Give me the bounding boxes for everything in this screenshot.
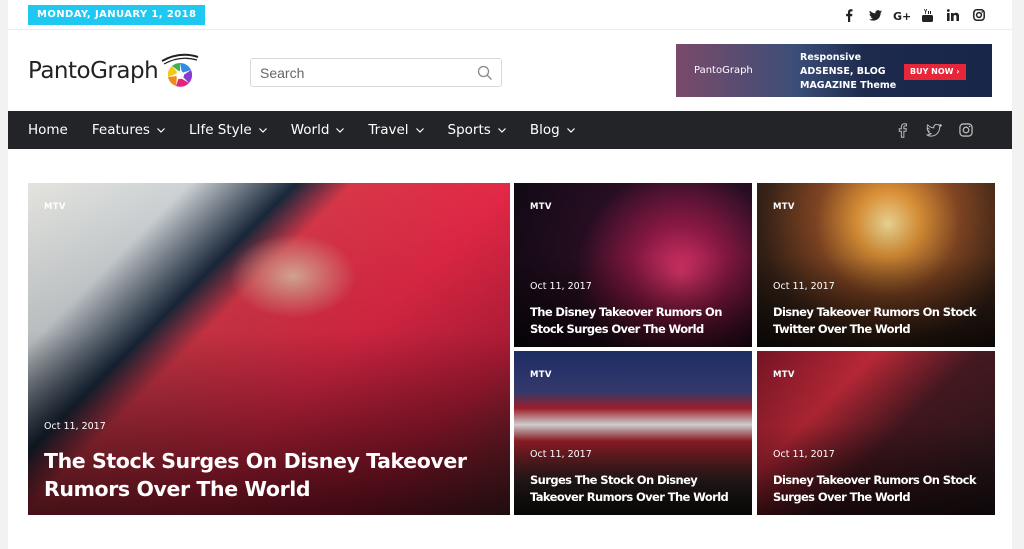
featured-post-card[interactable]: MTV Oct 11, 2017 The Stock Surges On Dis… [28,183,510,515]
chevron-down-icon [157,127,165,133]
search-input[interactable] [251,59,461,86]
chevron-down-icon [566,127,575,133]
post-date: Oct 11, 2017 [773,281,835,292]
ad-line-1: Responsive [800,52,862,63]
instagram-icon[interactable] [956,121,976,139]
site-logo[interactable]: PantoGraph [28,50,200,92]
chevron-down-icon [497,127,506,133]
nav-item-label: Home [28,122,68,138]
nav-item-world[interactable]: World [291,111,345,149]
post-title[interactable]: Surges The Stock On Disney Takeover Rumo… [530,472,744,506]
nav-item-label: LIfe Style [188,122,252,138]
chevron-down-icon [258,127,267,133]
ad-line-2: ADSENSE, BLOG [800,66,886,77]
ad-text: Responsive ADSENSE, BLOG MAGAZINE Theme [800,51,896,93]
instagram-icon[interactable] [968,6,990,24]
post-card[interactable]: MTV Oct 11, 2017 Disney Takeover Rumors … [757,183,995,347]
nav-item-label: Travel [368,122,409,138]
nav-item-life-style[interactable]: LIfe Style [189,111,267,149]
post-date: Oct 11, 2017 [530,449,592,460]
post-title[interactable]: The Disney Takeover Rumors On Stock Surg… [530,304,744,338]
twitter-icon[interactable] [864,6,886,24]
ad-banner[interactable]: PantoGraph Responsive ADSENSE, BLOG MAGA… [676,44,992,97]
nav-item-features[interactable]: Features [92,111,165,149]
top-social-links: G+ [838,6,990,24]
nav-item-label: Sports [447,122,491,138]
nav-item-home[interactable]: Home [28,111,68,149]
youtube-icon[interactable] [916,6,938,24]
nav-item-label: World [290,122,330,138]
post-category[interactable]: MTV [44,202,66,212]
svg-text:G+: G+ [893,10,910,21]
facebook-icon[interactable] [892,121,912,139]
post-category[interactable]: MTV [530,202,552,212]
ad-logo-text: PantoGraph [694,65,753,76]
search-icon[interactable] [477,65,493,81]
post-date: Oct 11, 2017 [530,281,592,292]
facebook-icon[interactable] [838,6,860,24]
google-plus-icon[interactable]: G+ [890,6,912,24]
search-box [250,58,502,87]
post-title[interactable]: Disney Takeover Rumors On Stock Surges O… [773,472,987,506]
post-title[interactable]: Disney Takeover Rumors On Stock Twitter … [773,304,987,338]
post-card[interactable]: MTV Oct 11, 2017 Surges The Stock On Dis… [514,351,752,515]
logo-text: PantoGraph [28,58,159,84]
post-date: Oct 11, 2017 [44,421,106,432]
post-title[interactable]: The Stock Surges On Disney Takeover Rumo… [44,447,504,503]
post-category[interactable]: MTV [773,370,795,380]
page: MONDAY, JANUARY 1, 2018 G+ PantoGraph Se… [8,0,1012,549]
nav-item-label: Blog [529,122,560,138]
aperture-logo-icon [160,51,200,91]
chevron-down-icon [336,127,345,133]
ad-line-3: MAGAZINE Theme [800,80,897,91]
post-card[interactable]: MTV Oct 11, 2017 Disney Takeover Rumors … [757,351,995,515]
linkedin-icon[interactable] [942,6,964,24]
nav-item-blog[interactable]: Blog [530,111,575,149]
post-category[interactable]: MTV [530,370,552,380]
post-card[interactable]: MTV Oct 11, 2017 The Disney Takeover Rum… [514,183,752,347]
nav-item-travel[interactable]: Travel [368,111,424,149]
nav-item-label: Features [91,122,150,138]
twitter-icon[interactable] [924,121,944,139]
post-date: Oct 11, 2017 [773,449,835,460]
nav-item-sports[interactable]: Sports [448,111,506,149]
post-category[interactable]: MTV [773,202,795,212]
top-bar: MONDAY, JANUARY 1, 2018 G+ [8,0,1012,30]
nav-menu: Home Features LIfe Style World Travel Sp… [28,111,599,149]
date-badge: MONDAY, JANUARY 1, 2018 [28,5,206,25]
main-nav: Home Features LIfe Style World Travel Sp… [8,111,1012,149]
buy-now-button[interactable]: BUY NOW › [904,64,966,80]
featured-posts-grid: MTV Oct 11, 2017 The Stock Surges On Dis… [28,183,995,515]
nav-social-links [892,121,976,139]
chevron-down-icon [415,127,424,133]
